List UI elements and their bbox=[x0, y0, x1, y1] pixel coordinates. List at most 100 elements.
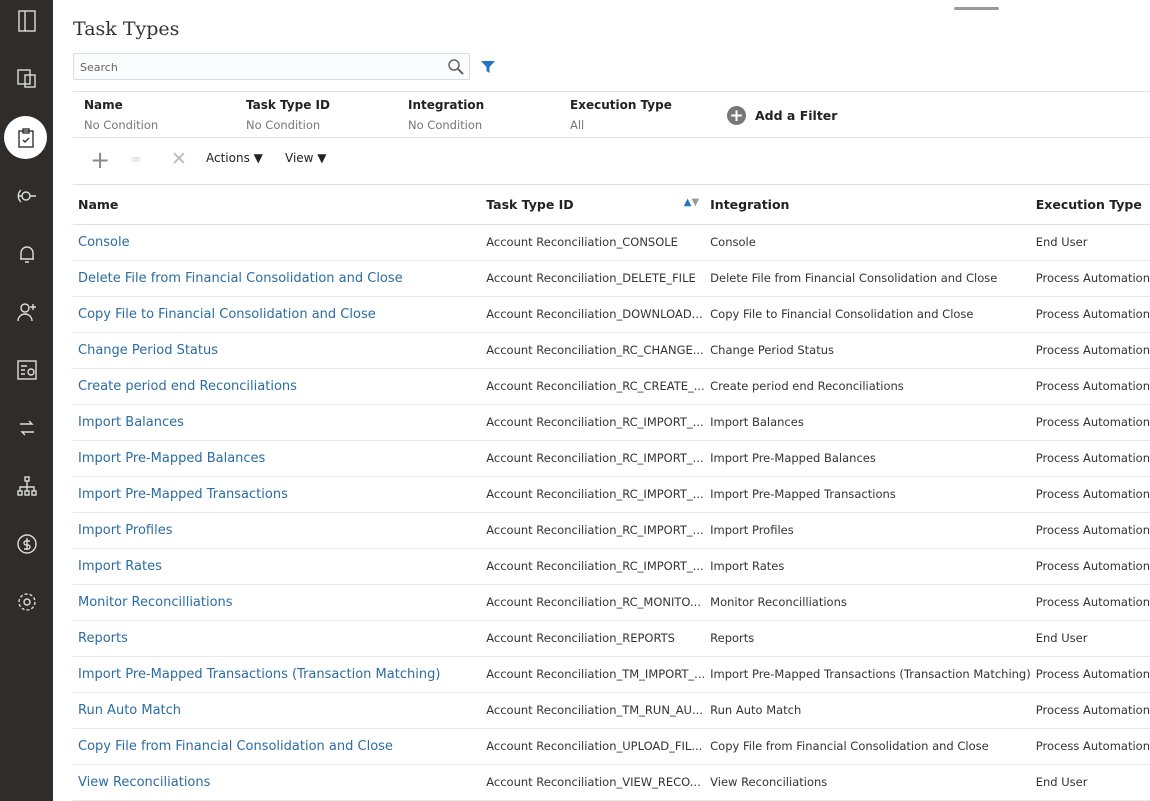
cell-integration: Copy File from Financial Consolidation a… bbox=[705, 728, 1031, 765]
cell-name[interactable]: Import Pre-Mapped Transactions (Transact… bbox=[73, 656, 482, 693]
cell-integration: Delete File from Financial Consolidation… bbox=[705, 260, 1031, 297]
table-row[interactable]: Delete File from Financial Consolidation… bbox=[73, 260, 1150, 297]
table-row[interactable]: View Reconciliations Account Reconciliati… bbox=[73, 764, 1150, 801]
add-user-icon[interactable] bbox=[6, 291, 47, 332]
table-row[interactable]: Import Pre-Mapped Balances Account Reconc… bbox=[73, 440, 1150, 477]
filter-execution-type[interactable]: Execution Type All bbox=[570, 98, 672, 132]
filter-name[interactable]: Name No Condition bbox=[84, 98, 158, 132]
integration-icon[interactable] bbox=[6, 175, 47, 216]
cell-task-type-id: Account Reconciliation_RC_CREATE_... bbox=[481, 368, 706, 405]
table-row[interactable]: Copy File to Financial Consolidation and… bbox=[73, 296, 1150, 333]
table-row[interactable]: Import Profiles Account Reconciliation_RC… bbox=[73, 512, 1150, 549]
cell-integration: Import Profiles bbox=[705, 512, 1031, 549]
cell-task-type-id: Account Reconciliation_TM_RUN_AU... bbox=[481, 692, 706, 729]
cell-integration: Change Period Status bbox=[705, 332, 1031, 369]
schedules-icon[interactable] bbox=[6, 57, 47, 98]
add-filter-button[interactable]: + Add a Filter bbox=[727, 106, 837, 126]
cell-integration: Reports bbox=[705, 620, 1031, 657]
tasks-clipboard-icon[interactable] bbox=[4, 116, 47, 159]
col-name[interactable]: Name bbox=[73, 186, 482, 225]
alerts-bell-icon[interactable] bbox=[6, 233, 47, 274]
table-row[interactable]: Import Pre-Mapped Transactions Account Re… bbox=[73, 476, 1150, 513]
table-row[interactable]: Reports Account Reconciliation_REPORTS Rep… bbox=[73, 620, 1150, 657]
table-row[interactable]: Monitor Reconcilliations Account Reconcil… bbox=[73, 584, 1150, 621]
filter-integration[interactable]: Integration No Condition bbox=[408, 98, 484, 132]
col-execution-type[interactable]: Execution Type bbox=[1030, 186, 1150, 225]
cell-name[interactable]: Create period end Reconciliations bbox=[73, 368, 482, 405]
table-row[interactable]: Import Balances Account Reconciliation_RC… bbox=[73, 404, 1150, 441]
hierarchy-icon[interactable] bbox=[6, 465, 47, 506]
cell-integration: Copy File to Financial Consolidation and… bbox=[705, 296, 1031, 333]
cell-task-type-id: Account Reconciliation_RC_MONITO... bbox=[481, 584, 706, 621]
cell-execution-type: End User bbox=[1030, 224, 1150, 261]
reports-icon[interactable] bbox=[6, 349, 47, 390]
table-row[interactable]: Create period end Reconciliations Account… bbox=[73, 368, 1150, 405]
cell-execution-type: Process Automation bbox=[1030, 692, 1150, 729]
cell-task-type-id: Account Reconciliation_TM_IMPORT_... bbox=[481, 656, 706, 693]
cell-task-type-id: Account Reconciliation_RC_IMPORT_... bbox=[481, 404, 706, 441]
drag-handle[interactable] bbox=[954, 7, 999, 10]
col-integration[interactable]: Integration bbox=[705, 186, 1031, 225]
cell-name[interactable]: Console bbox=[73, 224, 482, 261]
settings-gear-icon[interactable] bbox=[6, 581, 47, 622]
view-menu[interactable]: View ▼ bbox=[285, 151, 327, 165]
cell-execution-type: Process Automation bbox=[1030, 260, 1150, 297]
plus-circle-icon: + bbox=[727, 106, 746, 126]
search-icon[interactable] bbox=[447, 58, 465, 76]
cell-task-type-id: Account Reconciliation_RC_IMPORT_... bbox=[481, 476, 706, 513]
cell-name[interactable]: View Reconciliations bbox=[73, 764, 482, 801]
cell-task-type-id: Account Reconciliation_DOWNLOAD... bbox=[481, 296, 706, 333]
table-row[interactable]: Import Rates Account Reconciliation_RC_IM… bbox=[73, 548, 1150, 585]
delete-icon[interactable]: ✕ bbox=[171, 148, 187, 170]
filter-task-type-id[interactable]: Task Type ID No Condition bbox=[246, 98, 330, 132]
add-icon[interactable]: + bbox=[90, 146, 110, 174]
cell-execution-type: Process Automation bbox=[1030, 368, 1150, 405]
cell-integration: Import Pre-Mapped Balances bbox=[705, 440, 1031, 477]
filter-bar: Name No Condition Task Type ID No Conditio… bbox=[73, 91, 1150, 138]
cell-execution-type: Process Automation bbox=[1030, 548, 1150, 585]
cell-execution-type: Process Automation bbox=[1030, 404, 1150, 441]
actions-menu[interactable]: Actions ▼ bbox=[206, 151, 263, 165]
currency-icon[interactable] bbox=[6, 523, 47, 564]
cell-execution-type: Process Automation bbox=[1030, 584, 1150, 621]
cell-execution-type: Process Automation bbox=[1030, 512, 1150, 549]
cell-integration: Import Pre-Mapped Transactions bbox=[705, 476, 1031, 513]
cell-name[interactable]: Import Balances bbox=[73, 404, 482, 441]
cell-execution-type: Process Automation bbox=[1030, 440, 1150, 477]
sort-icon[interactable]: ▲▼ bbox=[684, 197, 699, 208]
cell-name[interactable]: Copy File to Financial Consolidation and… bbox=[73, 296, 482, 333]
toolbar: + ∞ ✕ Actions ▼ View ▼ bbox=[73, 140, 1150, 185]
cell-execution-type: End User bbox=[1030, 764, 1150, 801]
view-glasses-icon[interactable]: ∞ bbox=[131, 152, 141, 166]
cell-name[interactable]: Import Profiles bbox=[73, 512, 482, 549]
table-row[interactable]: Run Auto Match Account Reconciliation_TM_… bbox=[73, 692, 1150, 729]
cell-integration: View Reconciliations bbox=[705, 764, 1031, 801]
cell-name[interactable]: Delete File from Financial Consolidation… bbox=[73, 260, 482, 297]
cell-execution-type: Process Automation bbox=[1030, 296, 1150, 333]
cell-integration: Console bbox=[705, 224, 1031, 261]
cell-name[interactable]: Import Rates bbox=[73, 548, 482, 585]
table-row[interactable]: Change Period Status Account Reconciliati… bbox=[73, 332, 1150, 369]
cell-execution-type: Process Automation bbox=[1030, 728, 1150, 765]
sidebar bbox=[0, 0, 53, 801]
search-input[interactable]: Search bbox=[73, 53, 470, 80]
panel-toggle-icon[interactable] bbox=[6, 0, 47, 41]
col-task-type-id[interactable]: Task Type ID ▲▼ bbox=[481, 186, 706, 225]
filter-icon[interactable] bbox=[480, 60, 496, 74]
table-row[interactable]: Import Pre-Mapped Transactions (Transact… bbox=[73, 656, 1150, 693]
cell-name[interactable]: Import Pre-Mapped Balances bbox=[73, 440, 482, 477]
page-title: Task Types bbox=[73, 18, 180, 40]
cell-name[interactable]: Import Pre-Mapped Transactions bbox=[73, 476, 482, 513]
cell-integration: Import Balances bbox=[705, 404, 1031, 441]
cell-task-type-id: Account Reconciliation_RC_IMPORT_... bbox=[481, 440, 706, 477]
cell-name[interactable]: Run Auto Match bbox=[73, 692, 482, 729]
cell-name[interactable]: Reports bbox=[73, 620, 482, 657]
cell-name[interactable]: Copy File from Financial Consolidation a… bbox=[73, 728, 482, 765]
cell-task-type-id: Account Reconciliation_REPORTS bbox=[481, 620, 706, 657]
table-row[interactable]: Copy File from Financial Consolidation a… bbox=[73, 728, 1150, 765]
cell-name[interactable]: Monitor Reconcilliations bbox=[73, 584, 482, 621]
cell-name[interactable]: Change Period Status bbox=[73, 332, 482, 369]
table-row[interactable]: Console Account Reconciliation_CONSOLE Con… bbox=[73, 224, 1150, 261]
cell-task-type-id: Account Reconciliation_RC_IMPORT_... bbox=[481, 548, 706, 585]
transfer-icon[interactable] bbox=[6, 407, 47, 448]
